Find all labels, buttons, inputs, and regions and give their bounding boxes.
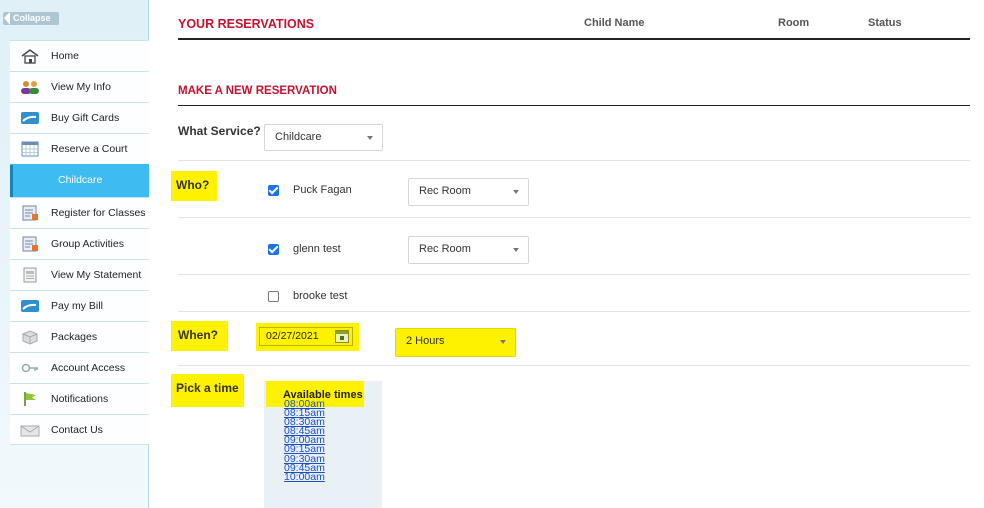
date-picker[interactable]: 02/27/2021: [256, 323, 359, 351]
child-name: brooke test: [293, 290, 348, 302]
sidebar-item-home[interactable]: Home: [10, 40, 149, 71]
calendar-icon: [21, 141, 39, 157]
sidebar-item-label: Notifications: [51, 393, 109, 405]
users-icon: [21, 81, 39, 94]
sidebar-item-packages[interactable]: Packages: [10, 321, 149, 352]
reservations-title: YOUR RESERVATIONS: [178, 17, 315, 31]
home-icon: [21, 49, 39, 64]
card-icon: [21, 112, 39, 124]
chevron-down-icon: [367, 136, 373, 140]
sidebar-item-label: Group Activities: [51, 238, 124, 250]
child-checkbox-puck-fagan[interactable]: [268, 185, 279, 196]
collapse-button[interactable]: Collapse: [3, 12, 59, 25]
child-name: glenn test: [293, 243, 341, 255]
service-label: What Service?: [178, 124, 261, 138]
sidebar-item-register-for-classes[interactable]: Register for Classes: [10, 197, 149, 228]
room-select-glenn-test[interactable]: Rec Room: [408, 236, 529, 264]
column-status: Status: [868, 17, 902, 29]
sidebar-item-label: Packages: [51, 331, 98, 343]
envelope-icon: [20, 425, 40, 437]
when-label: When?: [171, 321, 228, 351]
date-field[interactable]: 02/27/2021: [259, 327, 353, 346]
pick-time-label: Pick a time: [171, 374, 244, 407]
sidebar-item-view-my-statement[interactable]: View My Statement: [10, 259, 149, 290]
make-reservation-title: MAKE A NEW RESERVATION: [178, 85, 337, 97]
row-divider: [178, 160, 970, 161]
room-select-value: Rec Room: [419, 185, 471, 197]
sidebar: Collapse Home View My Info Buy Gift Card…: [0, 0, 149, 508]
child-name: Puck Fagan: [293, 184, 352, 196]
date-value: 02/27/2021: [266, 330, 319, 342]
row-divider: [178, 365, 970, 366]
room-select-puck-fagan[interactable]: Rec Room: [408, 178, 529, 206]
sidebar-item-label: Home: [51, 50, 80, 62]
sidebar-item-notifications[interactable]: Notifications: [10, 383, 149, 414]
sidebar-item-buy-gift-cards[interactable]: Buy Gift Cards: [10, 102, 149, 133]
chevron-down-icon: [513, 190, 519, 194]
sidebar-item-label: Buy Gift Cards: [51, 112, 120, 124]
column-room: Room: [778, 17, 810, 29]
time-list: 08:00am 08:15am 08:30am 08:45am 09:00am …: [284, 399, 325, 482]
flag-icon: [24, 392, 36, 406]
group-activities-icon: [22, 236, 38, 252]
reservations-divider: [178, 38, 970, 40]
row-divider: [178, 274, 970, 275]
sidebar-item-label: Register for Classes: [51, 207, 146, 219]
row-divider: [178, 217, 970, 218]
key-icon: [21, 363, 38, 373]
chevron-down-icon: [500, 340, 506, 344]
sidebar-item-label: Contact Us: [51, 424, 103, 436]
sidebar-item-view-my-info[interactable]: View My Info: [10, 71, 149, 102]
sidebar-item-label: Reserve a Court: [51, 143, 128, 155]
sidebar-item-account-access[interactable]: Account Access: [10, 352, 149, 383]
sidebar-item-group-activities[interactable]: Group Activities: [10, 228, 149, 259]
package-icon: [22, 330, 38, 345]
column-child-name: Child Name: [584, 17, 645, 29]
sidebar-item-contact-us[interactable]: Contact Us: [10, 414, 149, 445]
sidebar-item-label: View My Statement: [51, 269, 142, 281]
child-checkbox-glenn-test[interactable]: [268, 244, 279, 255]
sidebar-item-reserve-a-court[interactable]: Reserve a Court: [10, 133, 149, 164]
time-slot-link[interactable]: 10:00am: [284, 471, 325, 482]
who-label: Who?: [171, 171, 218, 201]
sidebar-item-pay-my-bill[interactable]: Pay my Bill: [10, 290, 149, 321]
chevron-down-icon: [513, 248, 519, 252]
sidebar-item-label: Childcare: [58, 174, 103, 186]
make-reservation-divider: [178, 105, 970, 106]
sidebar-item-label: Pay my Bill: [51, 300, 103, 312]
card-icon: [21, 300, 39, 312]
available-times-panel: Available times 08:00am 08:15am 08:30am …: [264, 381, 382, 508]
sidebar-nav: Home View My Info Buy Gift Cards Reserve…: [10, 40, 149, 445]
sidebar-item-childcare[interactable]: Childcare: [10, 164, 149, 197]
row-divider: [178, 311, 970, 312]
child-checkbox-brooke-test[interactable]: [268, 291, 279, 302]
room-select-value: Rec Room: [419, 243, 471, 255]
register-icon: [22, 205, 38, 221]
sidebar-item-label: Account Access: [51, 362, 126, 374]
service-select-value: Childcare: [275, 131, 322, 143]
sidebar-item-label: View My Info: [51, 81, 111, 93]
duration-select-value: 2 Hours: [406, 335, 445, 347]
duration-select[interactable]: 2 Hours: [395, 328, 516, 357]
calendar-icon[interactable]: [335, 330, 349, 343]
statement-icon: [23, 267, 37, 283]
service-select[interactable]: Childcare: [264, 124, 383, 151]
